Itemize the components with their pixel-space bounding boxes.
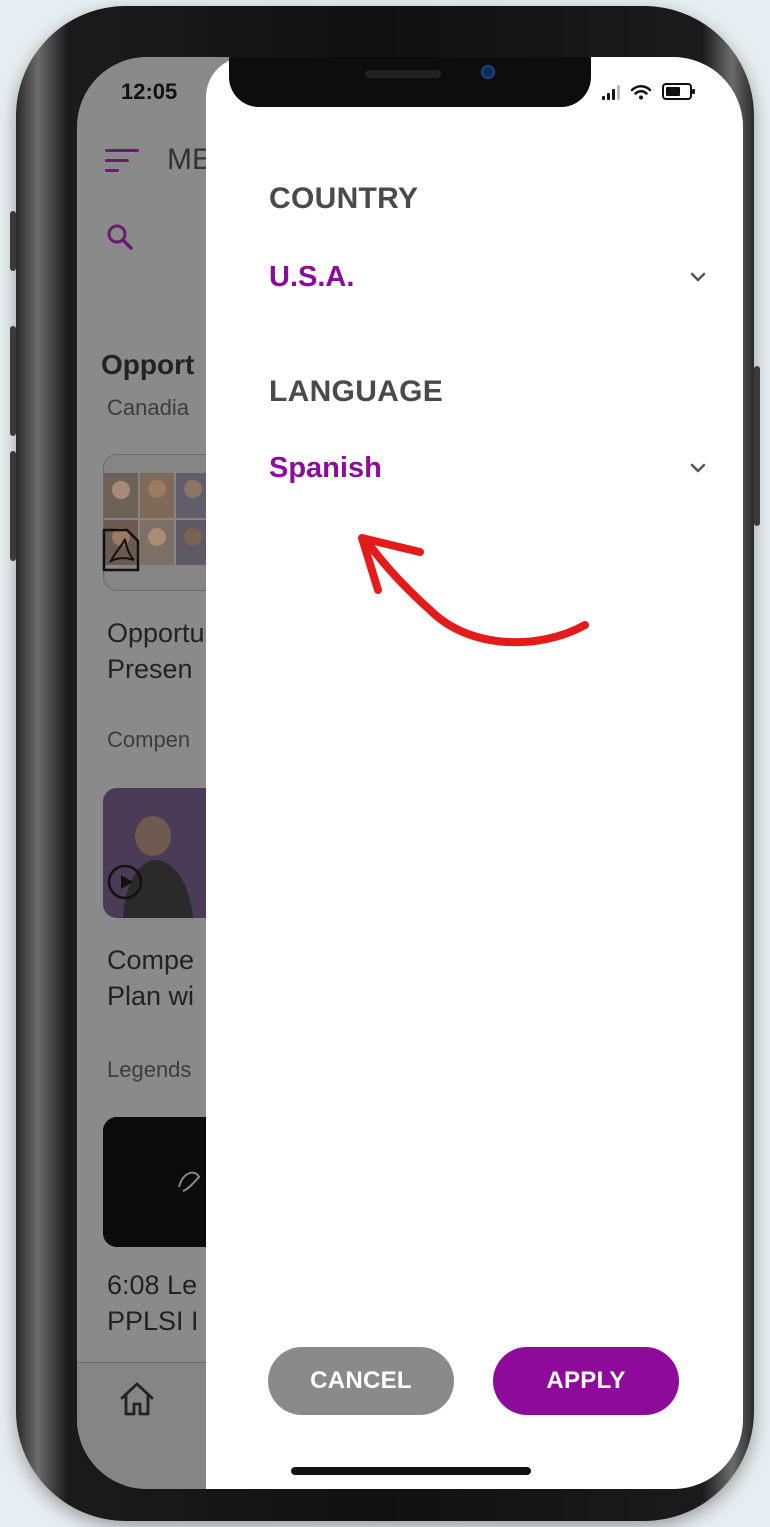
mute-switch (10, 211, 16, 271)
signal-icon (602, 84, 620, 100)
language-label: LANGUAGE (269, 375, 444, 408)
section-title: Opport (101, 349, 195, 380)
play-icon[interactable] (107, 864, 143, 900)
power-button (754, 366, 760, 526)
country-label: COUNTRY (269, 182, 419, 215)
pdf-icon (102, 528, 140, 572)
cancel-button[interactable]: CANCEL (268, 1347, 454, 1415)
item-category: Canadia (107, 395, 189, 420)
home-indicator (291, 1467, 531, 1475)
language-value: Spanish (269, 451, 382, 484)
apply-button[interactable]: APPLY (493, 1347, 679, 1415)
battery-icon (662, 83, 695, 100)
item-title[interactable]: 6:08 Le PPLSI I (107, 1267, 199, 1339)
phone-screen: 12:05 ME Opport Canadia Opportu Presen C… (77, 57, 743, 1489)
filter-drawer: COUNTRY U.S.A. LANGUAGE Spanish CANCEL A… (206, 57, 743, 1489)
volume-up-button (10, 326, 16, 436)
phone-notch (229, 57, 591, 107)
status-time: 12:05 (121, 79, 178, 104)
chevron-down-icon (687, 457, 709, 479)
chevron-down-icon (687, 266, 709, 288)
hamburger-menu-icon[interactable] (105, 149, 141, 173)
search-icon[interactable] (105, 222, 135, 252)
item-category: Compen (107, 727, 191, 752)
item-title[interactable]: Opportu Presen (107, 615, 205, 687)
wifi-icon (630, 84, 652, 99)
country-value: U.S.A. (269, 260, 355, 293)
item-title[interactable]: Compe Plan wi (107, 942, 194, 1014)
language-select[interactable]: Spanish (269, 446, 709, 490)
volume-down-button (10, 451, 16, 561)
speaker-grille (365, 70, 441, 78)
item-category: Legends (107, 1057, 192, 1082)
front-camera (481, 65, 495, 79)
home-icon[interactable] (117, 1379, 157, 1419)
status-icons (602, 83, 695, 100)
country-select[interactable]: U.S.A. (269, 255, 709, 299)
